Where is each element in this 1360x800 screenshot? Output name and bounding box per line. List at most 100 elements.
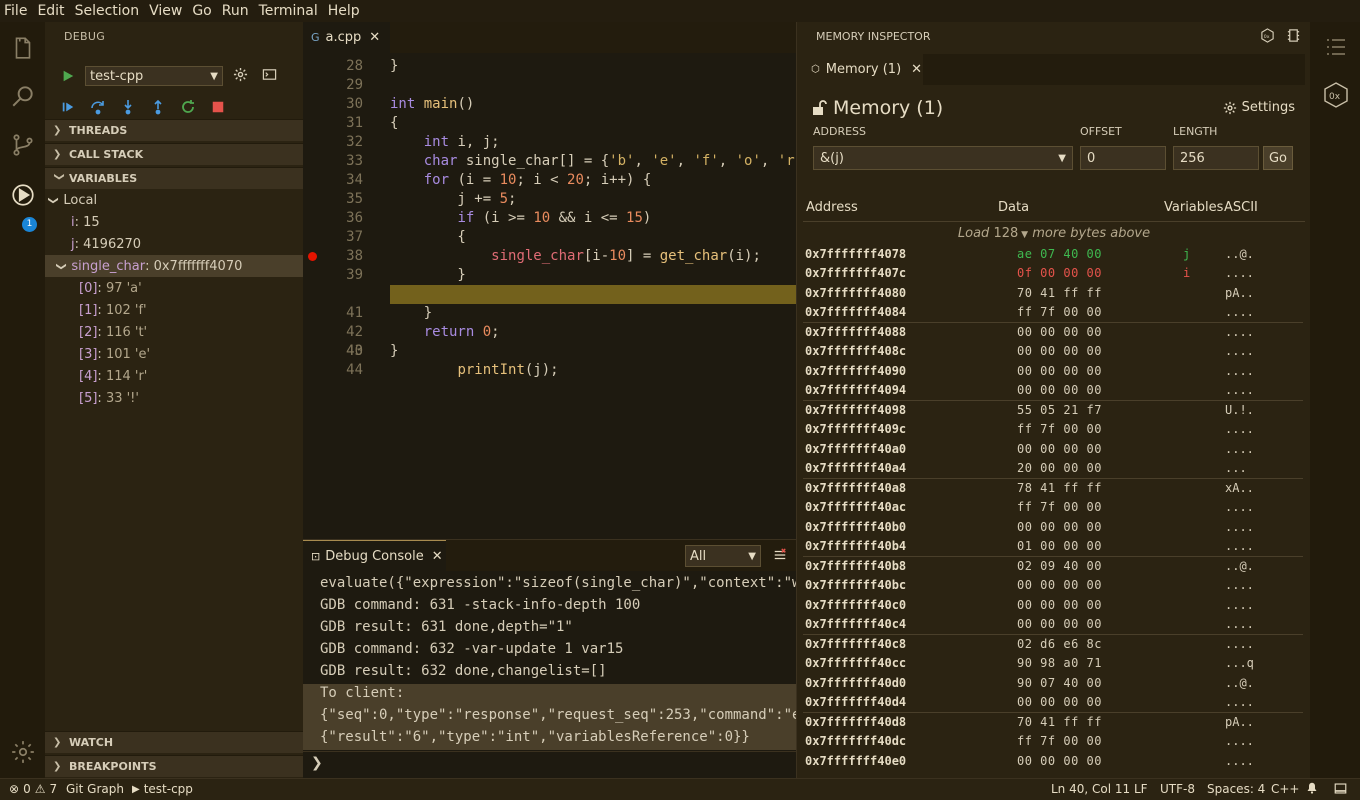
gear-icon[interactable] bbox=[0, 730, 45, 774]
memory-bytes[interactable]: 90 07 40 00 bbox=[1017, 674, 1102, 693]
array-element[interactable]: [3]: 101 'e' bbox=[45, 343, 303, 365]
explorer-icon[interactable] bbox=[0, 26, 45, 70]
memory-row[interactable]: 0x7fffffff40c4 00 00 00 00.... bbox=[803, 615, 1305, 634]
step-into-icon[interactable] bbox=[119, 98, 137, 116]
memory-bytes[interactable]: 00 00 00 00 bbox=[1017, 576, 1102, 595]
git-graph-button[interactable]: Git Graph bbox=[66, 782, 124, 796]
console-input[interactable]: ❯ bbox=[303, 751, 796, 778]
memory-row[interactable]: 0x7fffffff40cc 90 98 a0 71 ...q bbox=[803, 654, 1305, 673]
layout-icon[interactable] bbox=[1334, 782, 1347, 795]
menu-terminal[interactable]: Terminal bbox=[255, 0, 324, 22]
memory-bytes[interactable]: 90 98 a0 71 bbox=[1017, 654, 1102, 673]
memory-row[interactable]: 0x7fffffff40a8 78 41 ff ff xA.. bbox=[803, 479, 1305, 498]
debug-console-icon[interactable] bbox=[262, 67, 277, 86]
memory-bytes[interactable]: 0f 00 00 00 bbox=[1017, 264, 1102, 283]
memory-row[interactable]: 0x7fffffff40d4 00 00 00 00.... bbox=[803, 693, 1305, 712]
menu-go[interactable]: Go bbox=[188, 0, 217, 22]
variable-i[interactable]: i: 15 bbox=[45, 211, 303, 233]
memory-row[interactable]: 0x7fffffff409c ff 7f 00 00.... bbox=[803, 420, 1305, 439]
memory-row[interactable]: 0x7fffffff40b0 00 00 00 00.... bbox=[803, 518, 1305, 537]
outline-icon[interactable] bbox=[1324, 35, 1348, 63]
memory-bytes[interactable]: 00 00 00 00 bbox=[1017, 362, 1102, 381]
encoding-indicator[interactable]: UTF-8 bbox=[1160, 782, 1195, 796]
restart-icon[interactable] bbox=[179, 98, 197, 116]
memory-bytes[interactable]: ff 7f 00 00 bbox=[1017, 732, 1102, 751]
unlock-icon[interactable] bbox=[811, 100, 827, 116]
memory-hex-icon[interactable]: 0x bbox=[1260, 28, 1275, 47]
memory-row[interactable]: 0x7fffffff4094 00 00 00 00.... bbox=[803, 381, 1305, 400]
call-stack-section[interactable]: ❯ CALL STACK bbox=[45, 143, 303, 165]
cursor-position[interactable]: Ln 40, Col 11 bbox=[1051, 782, 1130, 796]
run-debug-icon[interactable] bbox=[0, 173, 45, 217]
variable-single-char[interactable]: ❯ single_char: 0x7fffffff4070 bbox=[45, 255, 303, 277]
memory-row[interactable]: 0x7fffffff40c8 02 d6 e6 8c.... bbox=[803, 635, 1305, 654]
memory-bytes[interactable]: 02 d6 e6 8c bbox=[1017, 635, 1102, 654]
close-icon[interactable]: ✕ bbox=[911, 62, 922, 77]
memory-row[interactable]: 0x7fffffff40b8 02 09 40 00 ..@. bbox=[803, 557, 1305, 576]
breakpoint-icon[interactable] bbox=[308, 252, 317, 261]
memory-row[interactable]: 0x7fffffff4084 ff 7f 00 00.... bbox=[803, 303, 1305, 322]
memory-row[interactable]: 0x7fffffff40ac ff 7f 00 00.... bbox=[803, 498, 1305, 517]
load-more-above[interactable]: Load 128 ▼ more bytes above bbox=[803, 226, 1305, 241]
memory-row[interactable]: 0x7fffffff40a4 20 00 00 00 ... bbox=[803, 459, 1305, 478]
debug-config-select[interactable]: test-cpp ▼ bbox=[85, 66, 223, 86]
array-element[interactable]: [1]: 102 'f' bbox=[45, 299, 303, 321]
breakpoints-section[interactable]: ❯ BREAKPOINTS bbox=[45, 755, 303, 777]
memory-bytes[interactable]: ae 07 40 00 bbox=[1017, 245, 1102, 264]
menu-selection[interactable]: Selection bbox=[71, 0, 146, 22]
memory-bytes[interactable]: 00 00 00 00 bbox=[1017, 440, 1102, 459]
menu-view[interactable]: View bbox=[145, 0, 188, 22]
tab-debug-console[interactable]: ⊡ Debug Console ✕ bbox=[303, 540, 446, 572]
memory-row[interactable]: 0x7fffffff40d8 70 41 ff ff pA.. bbox=[803, 713, 1305, 732]
array-element[interactable]: [4]: 114 'r' bbox=[45, 365, 303, 387]
variable-j[interactable]: j: 4196270 bbox=[45, 233, 303, 255]
memory-bytes[interactable]: 00 00 00 00 bbox=[1017, 518, 1102, 537]
memory-bytes[interactable]: 00 00 00 00 bbox=[1017, 323, 1102, 342]
memory-row[interactable]: 0x7fffffff40bc 00 00 00 00.... bbox=[803, 576, 1305, 595]
debug-console-output[interactable]: evaluate({"expression":"sizeof(single_ch… bbox=[303, 571, 796, 751]
memory-row[interactable]: 0x7fffffff4078 ae 07 40 00 j ..@. bbox=[803, 245, 1305, 264]
memory-row[interactable]: 0x7fffffff408c 00 00 00 00.... bbox=[803, 342, 1305, 361]
gear-icon[interactable] bbox=[233, 67, 248, 86]
language-indicator[interactable]: C++ bbox=[1271, 782, 1300, 796]
local-scope[interactable]: ❯ Local bbox=[45, 189, 303, 211]
array-element[interactable]: [5]: 33 '!' bbox=[45, 387, 303, 409]
clear-console-icon[interactable] bbox=[773, 548, 787, 566]
memory-row[interactable]: 0x7fffffff40a0 00 00 00 00.... bbox=[803, 440, 1305, 459]
menu-edit[interactable]: Edit bbox=[33, 0, 70, 22]
threads-section[interactable]: ❯ THREADS bbox=[45, 119, 303, 141]
length-input[interactable]: 256 bbox=[1173, 146, 1259, 170]
memory-bytes[interactable]: 70 41 ff ff bbox=[1017, 284, 1102, 303]
memory-row[interactable]: 0x7fffffff40d0 90 07 40 00 ..@. bbox=[803, 674, 1305, 693]
memory-hex-icon[interactable]: 0x bbox=[1323, 82, 1349, 112]
watch-section[interactable]: ❯ WATCH bbox=[45, 731, 303, 753]
debug-config-status[interactable]: ▶ test-cpp bbox=[132, 782, 193, 796]
tab-a-cpp[interactable]: G a.cpp ✕ bbox=[303, 22, 390, 53]
menu-file[interactable]: File bbox=[0, 0, 33, 22]
memory-bytes[interactable]: 02 09 40 00 bbox=[1017, 557, 1102, 576]
stop-icon[interactable] bbox=[209, 98, 227, 116]
search-icon[interactable] bbox=[0, 74, 45, 118]
go-button[interactable]: Go bbox=[1263, 146, 1293, 170]
memory-row[interactable]: 0x7fffffff407c 0f 00 00 00 i.... bbox=[803, 264, 1305, 283]
variables-section[interactable]: ❯ VARIABLES bbox=[45, 167, 303, 189]
problems-indicator[interactable]: ⊗ 0 ⚠ 7 bbox=[9, 782, 57, 796]
menu-help[interactable]: Help bbox=[324, 0, 366, 22]
array-element[interactable]: [0]: 97 'a' bbox=[45, 277, 303, 299]
memory-bytes[interactable]: ff 7f 00 00 bbox=[1017, 498, 1102, 517]
memory-bytes[interactable]: 20 00 00 00 bbox=[1017, 459, 1102, 478]
memory-bytes[interactable]: 70 41 ff ff bbox=[1017, 713, 1102, 732]
start-debug-button[interactable] bbox=[59, 67, 77, 85]
indentation-indicator[interactable]: Spaces: 4 bbox=[1207, 782, 1265, 796]
array-element[interactable]: [2]: 116 't' bbox=[45, 321, 303, 343]
memory-row[interactable]: 0x7fffffff4080 70 41 ff ff pA.. bbox=[803, 284, 1305, 303]
memory-row[interactable]: 0x7fffffff40c0 00 00 00 00.... bbox=[803, 596, 1305, 615]
memory-row[interactable]: 0x7fffffff4090 00 00 00 00.... bbox=[803, 362, 1305, 381]
close-icon[interactable]: ✕ bbox=[369, 30, 380, 45]
memory-bytes[interactable]: 00 00 00 00 bbox=[1017, 752, 1102, 771]
memory-chip-icon[interactable] bbox=[1286, 28, 1301, 47]
source-control-icon[interactable] bbox=[0, 123, 45, 167]
bell-icon[interactable] bbox=[1306, 782, 1318, 794]
continue-icon[interactable] bbox=[59, 98, 77, 116]
eol-indicator[interactable]: LF bbox=[1134, 782, 1148, 796]
